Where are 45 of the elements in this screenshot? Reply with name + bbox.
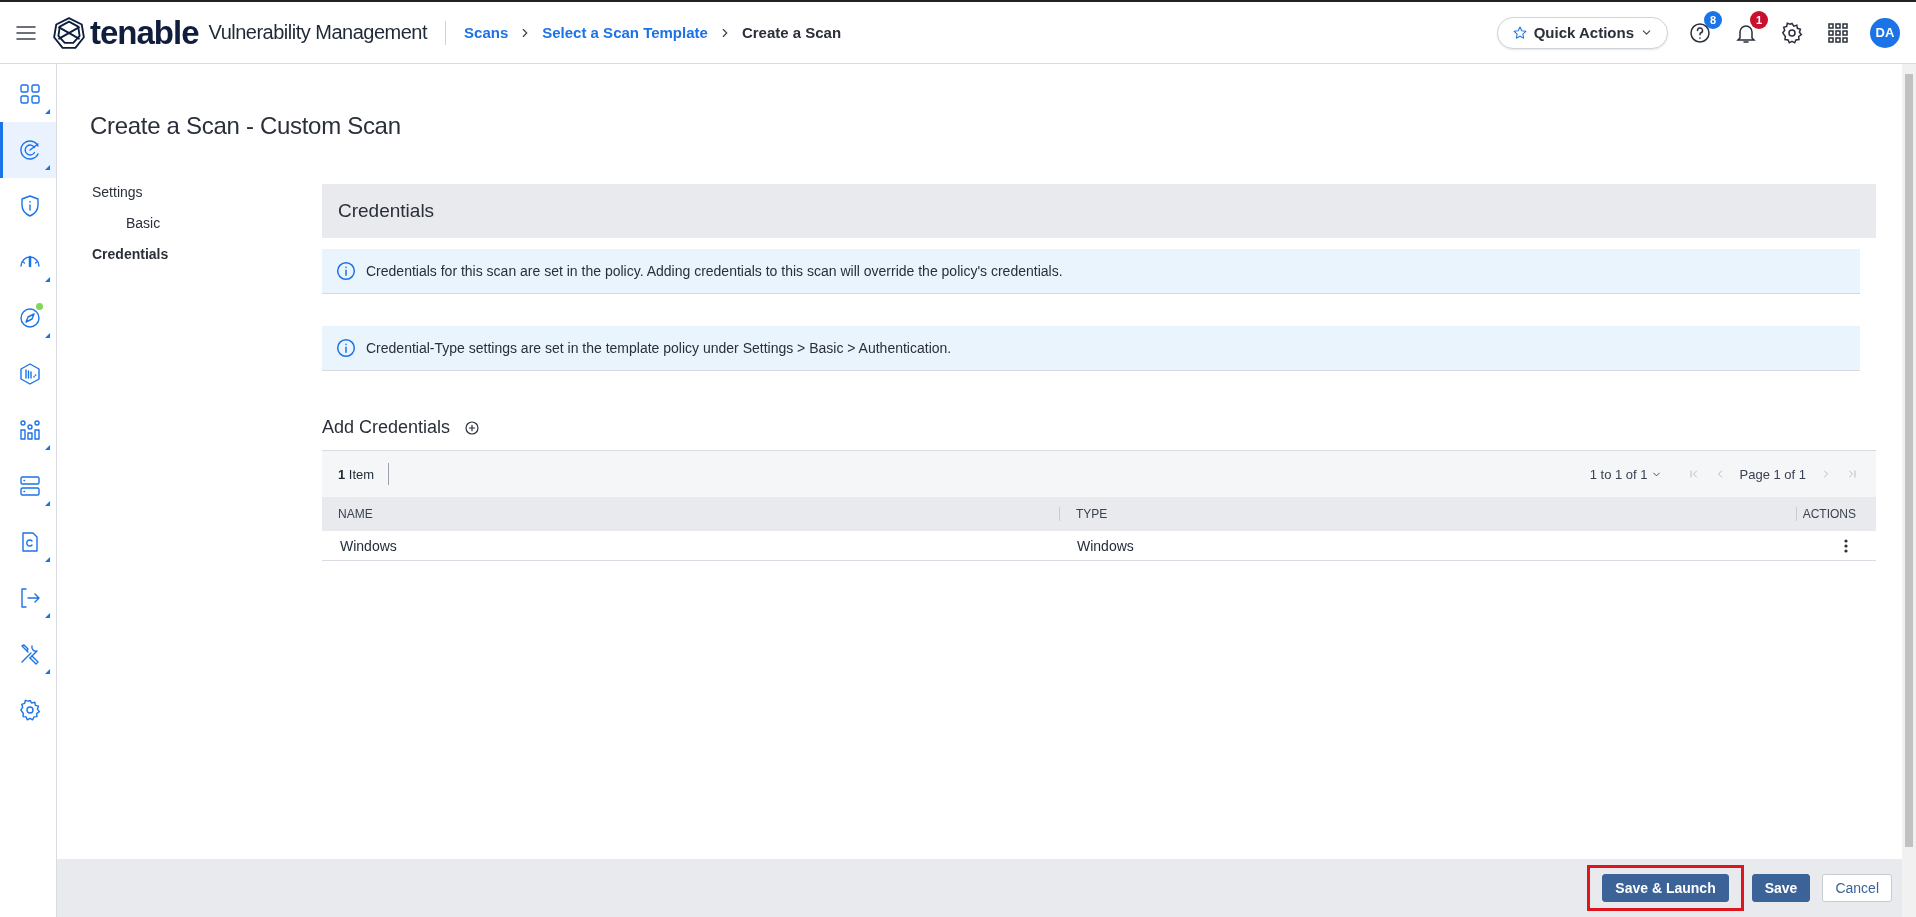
quick-actions-button[interactable]: Quick Actions bbox=[1496, 16, 1668, 49]
column-header: NAME bbox=[337, 507, 374, 521]
footer-button[interactable]: Save & Launch bbox=[1602, 874, 1729, 902]
compass-icon bbox=[17, 306, 42, 330]
user-avatar[interactable]: DA bbox=[1870, 17, 1900, 48]
apps-grid-icon[interactable] bbox=[1826, 20, 1850, 45]
page-size-dropdown[interactable]: 1 to 1 of 1 bbox=[1589, 466, 1662, 482]
item-count: 1 Item bbox=[338, 466, 375, 482]
sidebar-nav-item[interactable] bbox=[0, 122, 56, 178]
section-header: Credentials bbox=[322, 184, 1876, 238]
server-icon bbox=[17, 474, 42, 498]
settings-nav-link[interactable]: Credentials bbox=[90, 246, 322, 262]
page-indicator: Page 1 of 1 bbox=[1739, 466, 1806, 482]
add-circle-icon[interactable] bbox=[464, 419, 481, 436]
footer-button[interactable]: Save bbox=[1751, 874, 1811, 902]
hexagon-icon bbox=[17, 362, 42, 386]
breadcrumb-link[interactable]: Select a Scan Template bbox=[542, 24, 708, 41]
help-icon[interactable] bbox=[1688, 20, 1712, 45]
settings-nav-link[interactable]: Settings bbox=[90, 184, 322, 200]
brand-logo-text: tenable bbox=[90, 13, 199, 52]
gear-icon bbox=[17, 698, 42, 722]
more-vertical-icon[interactable] bbox=[1844, 538, 1848, 553]
table-cell-text: Windows bbox=[1076, 537, 1135, 554]
breadcrumb-current: Create a Scan bbox=[741, 24, 842, 41]
hexagon-logo-icon bbox=[52, 15, 86, 50]
info-icon bbox=[336, 338, 356, 358]
product-name: Vulnerability Management bbox=[208, 21, 428, 44]
page-title: Create a Scan - Custom Scan bbox=[90, 112, 402, 140]
count-badge: 1 bbox=[1750, 10, 1768, 29]
info-text: Credentials for this scan are set in the policy. Adding credentials to this scan will override the policy's credentials. bbox=[366, 263, 1063, 279]
info-text: Credential-Type settings are set in the template policy under Settings > Basic > Authentication. bbox=[366, 340, 952, 356]
column-header: TYPE bbox=[1059, 507, 1796, 521]
footer-button[interactable]: Cancel bbox=[1822, 874, 1892, 902]
column-header: ACTIONS bbox=[1796, 507, 1876, 521]
count-badge: 8 bbox=[1704, 10, 1722, 29]
scrollbar[interactable] bbox=[1902, 64, 1916, 917]
subsection-title: Add Credentials bbox=[322, 417, 451, 438]
grid-icon bbox=[17, 82, 42, 106]
breadcrumb-link[interactable]: Scans bbox=[464, 24, 509, 41]
table-cell-text: Windows bbox=[339, 537, 398, 554]
chart-icon bbox=[17, 418, 42, 442]
settings-nav-link[interactable]: Basic bbox=[90, 215, 322, 231]
star-icon bbox=[1511, 24, 1528, 41]
info-icon bbox=[336, 261, 356, 281]
settings-icon[interactable] bbox=[1780, 20, 1804, 45]
